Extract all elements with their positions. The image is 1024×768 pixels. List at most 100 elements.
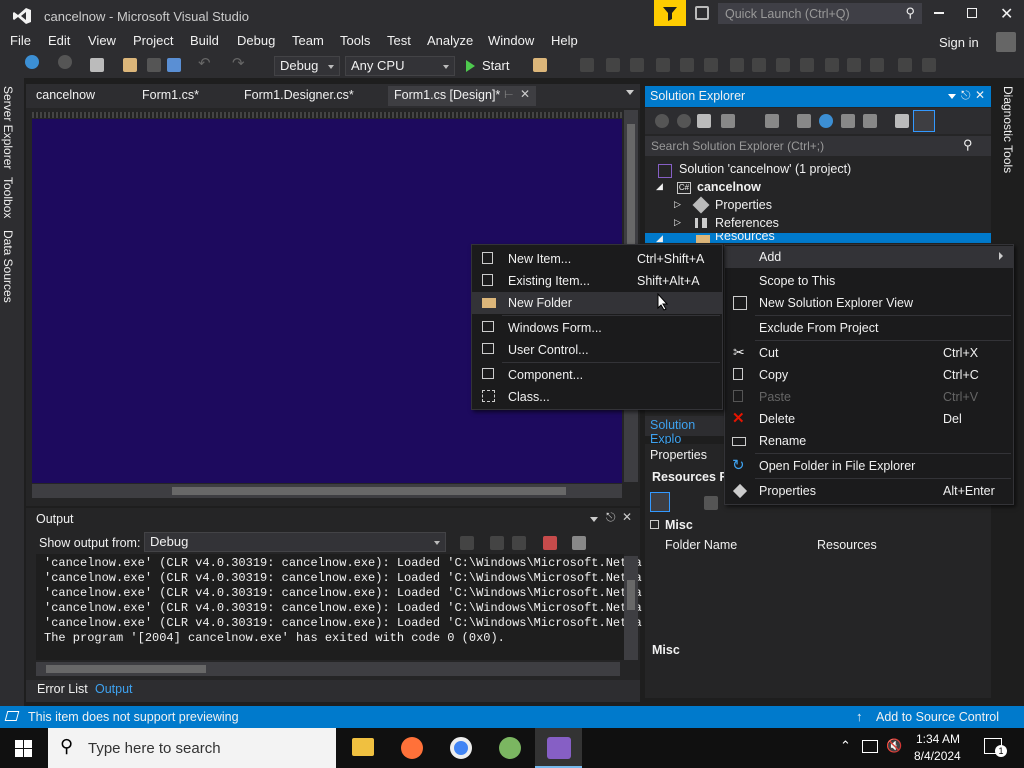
clear-all-icon[interactable] — [543, 536, 557, 550]
pending-changes-icon[interactable] — [765, 114, 779, 128]
menu-item-scope-to-this[interactable]: Scope to This — [725, 270, 1013, 292]
notification-center-icon[interactable]: 1 — [984, 738, 1007, 757]
menu-window[interactable]: Window — [488, 33, 534, 48]
show-hidden-icons-icon[interactable]: ⌃ — [840, 738, 851, 754]
se-dropdown-icon[interactable] — [948, 94, 956, 99]
sync-icon[interactable] — [797, 114, 811, 128]
restore-button[interactable] — [967, 8, 977, 18]
save-icon[interactable] — [147, 58, 161, 72]
menu-tools[interactable]: Tools — [340, 33, 370, 48]
align-center-icon[interactable] — [606, 58, 620, 72]
chrome-icon[interactable] — [450, 737, 472, 759]
file-explorer-icon[interactable] — [352, 738, 374, 756]
menu-team[interactable]: Team — [292, 33, 324, 48]
output-source-dropdown[interactable]: Debug — [144, 532, 446, 552]
open-file-icon[interactable] — [123, 58, 137, 72]
solution-explorer-search[interactable]: Search Solution Explorer (Ctrl+;) ⚲ — [645, 136, 991, 156]
menu-item-add[interactable]: Add — [725, 246, 1013, 268]
undo-icon[interactable]: ↶ — [198, 54, 211, 72]
tab-form1-cs[interactable]: Form1.cs* — [142, 88, 199, 106]
submenu-item-new-folder[interactable]: New Folder — [472, 292, 722, 314]
output-horizontal-scrollbar[interactable] — [36, 662, 620, 676]
prev-message-icon[interactable] — [490, 536, 504, 550]
show-all-files-icon[interactable] — [863, 114, 877, 128]
align-middle-icon[interactable] — [680, 58, 694, 72]
menu-item-open-folder-in-file-explorer[interactable]: ↻ Open Folder in File Explorer — [725, 455, 1013, 477]
menu-item-delete[interactable]: ✕ Delete Del — [725, 408, 1013, 430]
menu-debug[interactable]: Debug — [237, 33, 275, 48]
send-to-back-icon[interactable] — [922, 58, 936, 72]
properties-wrench-icon[interactable] — [895, 114, 909, 128]
menu-test[interactable]: Test — [387, 33, 411, 48]
vertical-spacing-icon[interactable] — [847, 58, 861, 72]
next-message-icon[interactable] — [512, 536, 526, 550]
solution-explorer-bottom-tab[interactable]: Solution Explo — [645, 416, 725, 446]
tab-error-list[interactable]: Error List — [37, 682, 88, 696]
align-top-icon[interactable] — [656, 58, 670, 72]
minimize-button[interactable] — [934, 12, 944, 14]
size-to-grid-icon[interactable] — [800, 58, 814, 72]
tab-output[interactable]: Output — [95, 682, 133, 696]
tab-form1-designer-cs[interactable]: Form1.Designer.cs* — [244, 88, 354, 106]
solution-platform-dropdown[interactable]: Any CPU — [345, 56, 455, 76]
clock-date[interactable]: 8/4/2024 — [914, 749, 961, 763]
new-project-icon[interactable] — [90, 58, 104, 72]
menu-item-cut[interactable]: ✂ Cut Ctrl+X — [725, 342, 1013, 364]
menu-item-rename[interactable]: Rename — [725, 430, 1013, 452]
feedback-icon[interactable] — [695, 6, 709, 20]
add-to-source-control-button[interactable]: ↑ Add to Source Control — [856, 706, 1016, 728]
align-left-icon[interactable] — [580, 58, 594, 72]
tab-cancelnow[interactable]: cancelnow — [36, 88, 95, 106]
forward-icon[interactable] — [58, 55, 72, 69]
same-size-icon[interactable] — [776, 58, 790, 72]
same-width-icon[interactable] — [730, 58, 744, 72]
save-all-icon[interactable] — [167, 58, 181, 72]
menu-build[interactable]: Build — [190, 33, 219, 48]
property-pages-icon[interactable] — [704, 496, 718, 510]
solution-configuration-dropdown[interactable]: Debug — [274, 56, 340, 76]
menu-item-copy[interactable]: Copy Ctrl+C — [725, 364, 1013, 386]
output-vertical-scrollbar[interactable] — [624, 556, 638, 660]
collapse-category-icon[interactable] — [650, 520, 659, 529]
output-menu-chevron-icon[interactable] — [590, 517, 598, 522]
tab-form1-design-active[interactable]: Form1.cs [Design]* ⊢ ✕ — [388, 86, 536, 106]
refresh-icon[interactable] — [819, 114, 833, 128]
bring-to-front-icon[interactable] — [898, 58, 912, 72]
submenu-item-existing-item[interactable]: Existing Item... Shift+Alt+A — [472, 270, 722, 292]
align-bottom-icon[interactable] — [704, 58, 718, 72]
find-message-icon[interactable] — [460, 536, 474, 550]
diagnostic-tools-tab[interactable]: Diagnostic Tools — [1001, 86, 1015, 173]
server-explorer-tab[interactable]: Server Explorer — [1, 86, 15, 169]
menu-help[interactable]: Help — [551, 33, 578, 48]
se-forward-icon[interactable] — [677, 114, 691, 128]
menu-edit[interactable]: Edit — [48, 33, 70, 48]
center-horizontally-icon[interactable] — [870, 58, 884, 72]
quick-launch-box[interactable]: Quick Launch (Ctrl+Q) ⚲ — [718, 3, 922, 24]
menu-item-new-solution-explorer-view[interactable]: New Solution Explorer View — [725, 292, 1013, 314]
back-icon[interactable] — [25, 55, 39, 69]
se-pin-icon[interactable]: ⎋ — [961, 88, 971, 103]
network-icon[interactable] — [862, 740, 878, 753]
menu-item-exclude-from-project[interactable]: Exclude From Project — [725, 317, 1013, 339]
resources-node-selected[interactable]: ◢ Resources — [645, 233, 991, 243]
sign-in-link[interactable]: Sign in — [939, 35, 979, 50]
windows-start-icon[interactable] — [15, 740, 32, 757]
paint-icon[interactable] — [499, 737, 521, 759]
submenu-item-new-item[interactable]: New Item... Ctrl+Shift+A — [472, 248, 722, 270]
menu-view[interactable]: View — [88, 33, 116, 48]
submenu-item-windows-form[interactable]: Windows Form... — [472, 317, 722, 339]
submenu-item-class[interactable]: Class... — [472, 386, 722, 408]
close-button[interactable]: ✕ — [1000, 4, 1013, 24]
menu-file[interactable]: File — [10, 33, 31, 48]
categorized-view-icon[interactable] — [650, 492, 670, 512]
taskbar-search-box[interactable]: ⚲ Type here to search — [48, 728, 336, 768]
visual-studio-taskbar-icon[interactable] — [535, 728, 582, 768]
same-height-icon[interactable] — [752, 58, 766, 72]
menu-analyze[interactable]: Analyze — [427, 33, 473, 48]
pin-icon[interactable]: ⊢ — [504, 88, 514, 101]
feedback-filter-icon[interactable] — [654, 0, 686, 26]
tab-list-chevron-icon[interactable] — [626, 90, 634, 95]
menu-project[interactable]: Project — [133, 33, 173, 48]
data-sources-tab[interactable]: Data Sources — [1, 230, 15, 303]
menu-item-properties[interactable]: Properties Alt+Enter — [725, 480, 1013, 502]
